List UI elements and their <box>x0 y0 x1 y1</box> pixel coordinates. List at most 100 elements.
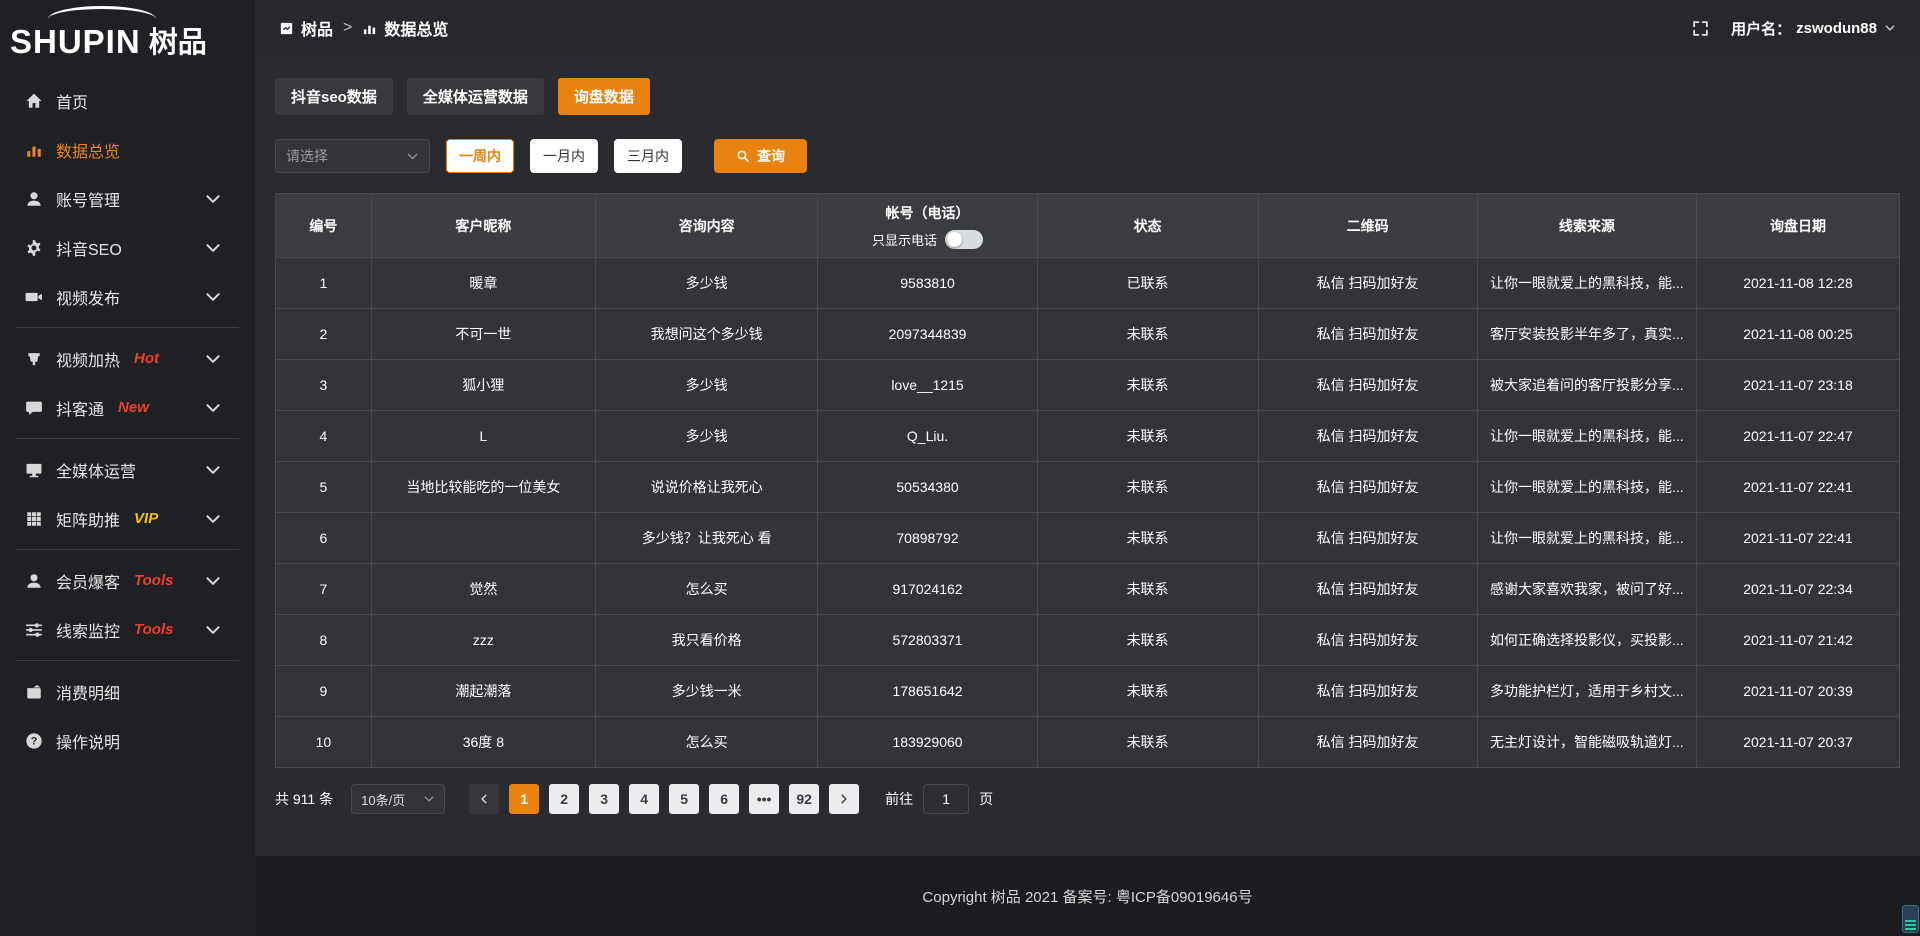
page-button-4[interactable]: 4 <box>629 784 659 814</box>
cell-source[interactable]: 让你一眼就爱上的黑科技，能... <box>1477 462 1696 513</box>
cell-source[interactable]: 多功能护栏灯，适用于乡村文... <box>1477 666 1696 717</box>
sidebar-item-data-overview[interactable]: 数据总览 <box>0 125 255 174</box>
chevron-icon <box>204 572 222 590</box>
column-label: 询盘日期 <box>1707 216 1889 236</box>
cell-qr[interactable]: 私信 扫码加好友 <box>1258 258 1477 309</box>
page-jump-input[interactable] <box>923 784 969 814</box>
cell-qr[interactable]: 私信 扫码加好友 <box>1258 513 1477 564</box>
sidebar-item-member-baoke[interactable]: 会员爆客Tools <box>0 556 255 605</box>
cell-source[interactable]: 让你一眼就爱上的黑科技，能... <box>1477 258 1696 309</box>
sliders-icon <box>25 621 43 639</box>
page-button-6[interactable]: 6 <box>709 784 739 814</box>
fullscreen-icon[interactable] <box>1692 20 1709 37</box>
sidebar-item-spending-details[interactable]: 消费明细 <box>0 667 255 716</box>
cell-content: 多少钱一米 <box>595 666 817 717</box>
column-label: 状态 <box>1048 216 1248 236</box>
sidebar-item-clue-monitor[interactable]: 线索监控Tools <box>0 605 255 654</box>
range-button-1[interactable]: 一周内 <box>446 139 514 173</box>
sidebar-item-label: 数据总览 <box>56 138 120 162</box>
cell-qr[interactable]: 私信 扫码加好友 <box>1258 564 1477 615</box>
sidebar-item-video-publish[interactable]: 视频发布 <box>0 272 255 321</box>
column-header-status: 状态 <box>1037 194 1258 258</box>
video-icon <box>25 288 43 306</box>
page-button-2[interactable]: 2 <box>549 784 579 814</box>
tab-omni-media-data[interactable]: 全媒体运营数据 <box>407 78 544 115</box>
cell-date: 2021-11-08 12:28 <box>1696 258 1899 309</box>
cell-date: 2021-11-07 22:41 <box>1696 462 1899 513</box>
corner-widget[interactable] <box>1902 905 1919 933</box>
menu-divider <box>16 327 239 328</box>
pagination-total: 共 911 条 <box>275 789 333 809</box>
footer: Copyright 树品 2021 备案号: 粤ICP备09019646号 <box>255 856 1920 936</box>
page-button-5[interactable]: 5 <box>669 784 699 814</box>
logo[interactable]: SHUPIN 树品 <box>10 6 255 58</box>
cell-source[interactable]: 感谢大家喜欢我家，被问了好... <box>1477 564 1696 615</box>
user-menu[interactable]: 用户名：zswodun88 <box>1731 18 1896 39</box>
tab-inquiry-data[interactable]: 询盘数据 <box>558 78 650 115</box>
range-button-3[interactable]: 三月内 <box>614 139 682 173</box>
cell-source[interactable]: 无主灯设计，智能磁吸轨道灯... <box>1477 717 1696 768</box>
cell-qr[interactable]: 私信 扫码加好友 <box>1258 411 1477 462</box>
cell-qr[interactable]: 私信 扫码加好友 <box>1258 360 1477 411</box>
sidebar-item-omni-media-operation[interactable]: 全媒体运营 <box>0 445 255 494</box>
chevron-down-icon <box>1884 22 1896 34</box>
cell-qr[interactable]: 私信 扫码加好友 <box>1258 615 1477 666</box>
page-buttons: 123456 ••• 92 <box>509 784 819 814</box>
cell-date: 2021-11-07 22:47 <box>1696 411 1899 462</box>
cell-qr[interactable]: 私信 扫码加好友 <box>1258 717 1477 768</box>
sidebar-item-account-management[interactable]: 账号管理 <box>0 174 255 223</box>
page-jump-suffix: 页 <box>979 789 993 809</box>
page-ellipsis-button[interactable]: ••• <box>749 784 779 814</box>
cell-source[interactable]: 让你一眼就爱上的黑科技，能... <box>1477 513 1696 564</box>
cell-date: 2021-11-08 00:25 <box>1696 309 1899 360</box>
column-label: 二维码 <box>1269 216 1467 236</box>
cell-account: Q_Liu. <box>818 411 1037 462</box>
chevron-down-icon <box>406 150 419 163</box>
range-button-2[interactable]: 一月内 <box>530 139 598 173</box>
cell-nickname: 觉然 <box>371 564 595 615</box>
cell-no: 6 <box>276 513 372 564</box>
header-right: 用户名：zswodun88 <box>1692 18 1896 39</box>
menu-divider <box>16 660 239 661</box>
sidebar-item-badge: Hot <box>134 350 159 367</box>
cell-qr[interactable]: 私信 扫码加好友 <box>1258 462 1477 513</box>
page-size-select[interactable]: 10条/页 <box>351 784 445 814</box>
table-header-row: 编号客户昵称咨询内容帐号（电话）只显示电话状态二维码线索来源询盘日期 <box>276 194 1900 258</box>
user-icon <box>25 190 43 208</box>
cell-no: 10 <box>276 717 372 768</box>
cell-source[interactable]: 如何正确选择投影仪，买投影... <box>1477 615 1696 666</box>
page-jump-label: 前往 <box>885 789 913 809</box>
sidebar-item-video-heating[interactable]: 视频加热Hot <box>0 334 255 383</box>
logo-text-en: SHUPIN <box>10 25 141 58</box>
prev-page-button[interactable] <box>469 784 499 814</box>
sidebar-item-instructions[interactable]: ?操作说明 <box>0 716 255 765</box>
cell-qr[interactable]: 私信 扫码加好友 <box>1258 666 1477 717</box>
table-header: 编号客户昵称咨询内容帐号（电话）只显示电话状态二维码线索来源询盘日期 <box>276 194 1900 258</box>
chevron-icon <box>204 510 222 528</box>
page-button-1[interactable]: 1 <box>509 784 539 814</box>
cell-qr[interactable]: 私信 扫码加好友 <box>1258 309 1477 360</box>
filter-select[interactable]: 请选择 <box>275 139 430 173</box>
phone-only-label: 只显示电话 <box>872 230 937 249</box>
sidebar-item-douketong[interactable]: 抖客通New <box>0 383 255 432</box>
cell-source[interactable]: 让你一眼就爱上的黑科技，能... <box>1477 411 1696 462</box>
sidebar-item-matrix-boost[interactable]: 矩阵助推VIP <box>0 494 255 543</box>
breadcrumb-item-root[interactable]: 树品 <box>301 16 333 40</box>
sidebar-item-home[interactable]: 首页 <box>0 76 255 125</box>
next-page-button[interactable] <box>829 784 859 814</box>
sidebar: SHUPIN 树品 首页数据总览账号管理抖音SEO视频发布视频加热Hot抖客通N… <box>0 0 255 936</box>
page-button-3[interactable]: 3 <box>589 784 619 814</box>
breadcrumb: 树品 > 数据总览 <box>279 16 448 40</box>
search-button[interactable]: 查询 <box>714 139 807 173</box>
sidebar-item-douyin-seo[interactable]: 抖音SEO <box>0 223 255 272</box>
cell-no: 5 <box>276 462 372 513</box>
cell-content: 多少钱 <box>595 360 817 411</box>
page-button-92[interactable]: 92 <box>789 784 819 814</box>
cell-source[interactable]: 被大家追着问的客厅投影分享... <box>1477 360 1696 411</box>
tab-douyin-seo-data[interactable]: 抖音seo数据 <box>275 78 393 115</box>
sidebar-item-badge: VIP <box>134 510 158 527</box>
cell-source[interactable]: 客厅安装投影半年多了，真实... <box>1477 309 1696 360</box>
cell-status: 未联系 <box>1037 615 1258 666</box>
cell-nickname: 不可一世 <box>371 309 595 360</box>
phone-only-toggle[interactable] <box>945 230 983 249</box>
